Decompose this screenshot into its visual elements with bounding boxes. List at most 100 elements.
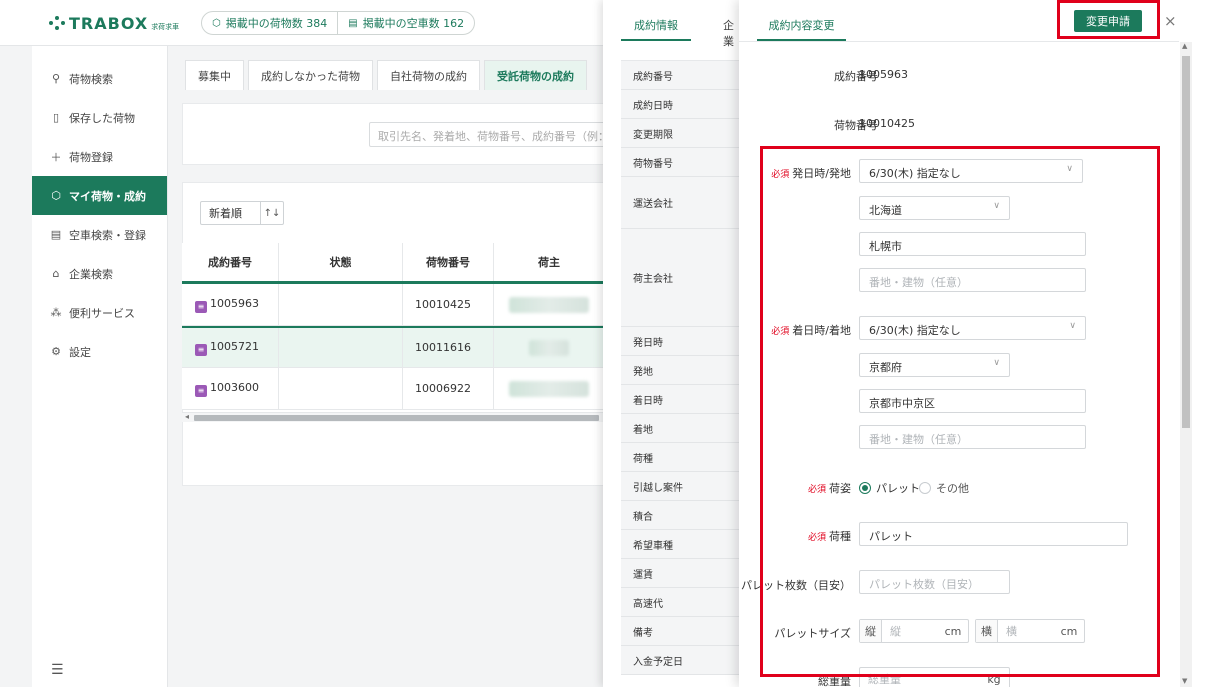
cargo-count-label: 掲載中の荷物数 384: [225, 17, 328, 30]
tab-contract-edit[interactable]: 成約内容変更: [757, 17, 846, 41]
col-cargo-no[interactable]: 荷物番号: [402, 243, 493, 281]
status-cell: [278, 284, 402, 325]
contract-info-list: 成約番号 成約日時 変更期限 荷物番号 運送会社 荷主会社 発日時 発地 着日時 着地 荷種 引越し案…: [621, 60, 743, 675]
horizontal-scrollbar[interactable]: ◂: [182, 412, 604, 422]
cargo-no: 10006922: [402, 368, 493, 409]
scroll-down-icon[interactable]: ▼: [1182, 677, 1187, 685]
col-status[interactable]: 状態: [278, 243, 402, 281]
contract-info-row: 備考: [621, 617, 743, 646]
tab-own-contracts[interactable]: 自社荷物の成約: [377, 60, 480, 90]
home-icon: ⌂: [52, 267, 60, 280]
contract-no: 1003600: [210, 380, 259, 394]
tab-recruiting[interactable]: 募集中: [185, 60, 244, 90]
logo[interactable]: TRABOX 求荷求車: [49, 14, 179, 33]
sidebar-item-cargo-search[interactable]: ⚲ 荷物検索: [32, 59, 167, 98]
contract-no: 1005963: [210, 296, 259, 310]
cargo-no: 10011616: [402, 328, 493, 367]
contract-badge-icon: ≡: [195, 300, 207, 313]
tab-divider: [739, 41, 1179, 42]
sidebar-item-company-search[interactable]: ⌂ 企業検索: [32, 254, 167, 293]
contract-info-row: 荷物番号: [621, 148, 743, 177]
contract-info-row: 変更期限: [621, 119, 743, 148]
sidebar-item-label: 荷物検索: [69, 72, 113, 86]
contract-no: 1005721: [210, 339, 259, 353]
sort-select[interactable]: 新着順 ↑↓: [200, 201, 284, 225]
cargo-count-stat[interactable]: ⬡ 掲載中の荷物数 384: [202, 12, 337, 34]
contract-info-row: 成約日時: [621, 90, 743, 119]
sidebar-item-services[interactable]: ⁂ 便利サービス: [32, 293, 167, 332]
table-row[interactable]: ≡ 1005721 10011616: [182, 326, 604, 368]
truck-count-label: 掲載中の空車数 162: [362, 17, 465, 30]
search-input[interactable]: 取引先名、発着地、荷物番号、成約番号（例：東京: [369, 122, 609, 147]
contract-edit-drawer: 成約内容変更 変更申請 × 成約番号 1005963 荷物番号 10010425…: [739, 0, 1224, 687]
col-shipper[interactable]: 荷主: [493, 243, 604, 281]
close-icon[interactable]: ×: [1164, 12, 1177, 30]
contract-info-row: 積合: [621, 501, 743, 530]
shipper-blurred: [509, 296, 589, 313]
cargo-no-value: 10010425: [859, 117, 915, 130]
status-cell: [278, 328, 402, 367]
tab-contract-info[interactable]: 成約情報: [621, 17, 691, 41]
contract-info-row: 発日時: [621, 327, 743, 356]
sidebar-item-label: 企業検索: [69, 267, 113, 281]
contract-tabs: 募集中 成約しなかった荷物 自社荷物の成約 受託荷物の成約: [185, 60, 591, 90]
shipper-blurred: [509, 380, 589, 397]
sidebar-item-label: 設定: [69, 345, 91, 359]
contract-badge-icon: ≡: [195, 384, 207, 397]
contract-info-row: 成約番号: [621, 61, 743, 90]
contract-info-row: 入金予定日: [621, 646, 743, 675]
tab-entrusted-contracts[interactable]: 受託荷物の成約: [484, 60, 587, 90]
contract-info-row: 高速代: [621, 588, 743, 617]
contract-info-row: 荷種: [621, 443, 743, 472]
contract-info-row: 着日時: [621, 385, 743, 414]
gear-icon: ⚙: [51, 345, 61, 358]
truck-count-stat[interactable]: ▤ 掲載中の空車数 162: [337, 12, 474, 34]
logo-text: TRABOX: [69, 14, 149, 33]
sidebar-item-label: 保存した荷物: [69, 111, 135, 125]
bookmark-icon: ▯: [52, 111, 60, 124]
contract-info-row: 運賃: [621, 559, 743, 588]
contract-info-row: 運送会社: [621, 177, 743, 229]
sort-order-icon[interactable]: ↑↓: [261, 202, 283, 224]
contract-info-row: 荷主会社: [621, 229, 743, 327]
contract-info-row: 引越し案件: [621, 472, 743, 501]
search-icon: ⚲: [51, 72, 61, 85]
sidebar-item-settings[interactable]: ⚙ 設定: [32, 332, 167, 371]
scroll-left-icon[interactable]: ◂: [185, 412, 189, 421]
scrollbar-thumb[interactable]: [194, 415, 599, 421]
logo-mark-icon: [49, 16, 66, 30]
sidebar-item-my-cargo[interactable]: ⬡ マイ荷物・成約: [32, 176, 167, 215]
sidebar-item-label: 便利サービス: [69, 306, 135, 320]
network-icon: ⁂: [50, 306, 62, 319]
vertical-scrollbar[interactable]: ▲ ▼: [1180, 42, 1192, 687]
tab-not-contracted[interactable]: 成約しなかった荷物: [248, 60, 373, 90]
sidebar-item-label: 荷物登録: [69, 150, 113, 164]
col-contract-no[interactable]: 成約番号: [182, 254, 278, 270]
contract-info-panel: 成約情報 企業 成約番号 成約日時 変更期限 荷物番号 運送会社 荷主会社 発日時 発地 着日時…: [603, 0, 743, 687]
highlight-frame-form: [760, 146, 1160, 677]
sidebar-item-saved-cargo[interactable]: ▯ 保存した荷物: [32, 98, 167, 137]
sidebar-item-cargo-register[interactable]: ＋ 荷物登録: [32, 137, 167, 176]
table-row[interactable]: ≡ 1005963 10010425: [182, 284, 604, 326]
contracts-table: 成約番号 状態 荷物番号 荷主 ≡ 1005963 10010425 ≡ 10057…: [182, 243, 604, 410]
contract-badge-icon: ≡: [195, 343, 207, 356]
truck-icon: ▤: [348, 17, 358, 29]
shipper-blurred: [529, 339, 569, 356]
table-row[interactable]: ≡ 1003600 10006922: [182, 368, 604, 410]
cube-icon: ⬡: [212, 17, 221, 29]
collapse-sidebar-icon[interactable]: ☰: [51, 662, 64, 678]
status-cell: [278, 368, 402, 409]
truck-icon: ▤: [50, 228, 62, 241]
scrollbar-thumb[interactable]: [1182, 56, 1190, 428]
sidebar-item-truck-search[interactable]: ▤ 空車検索・登録: [32, 215, 167, 254]
sidebar-item-label: 空車検索・登録: [69, 228, 146, 242]
contract-info-row: 着地: [621, 414, 743, 443]
cube-icon: ⬡: [51, 189, 61, 202]
logo-subtitle: 求荷求車: [151, 23, 180, 31]
sort-label: 新着順: [201, 202, 261, 224]
plus-icon: ＋: [50, 150, 62, 164]
sidebar-item-label: マイ荷物・成約: [69, 189, 146, 203]
scroll-up-icon[interactable]: ▲: [1182, 42, 1187, 50]
highlight-frame-button: [1057, 0, 1160, 39]
contract-no-value: 1005963: [859, 68, 908, 81]
